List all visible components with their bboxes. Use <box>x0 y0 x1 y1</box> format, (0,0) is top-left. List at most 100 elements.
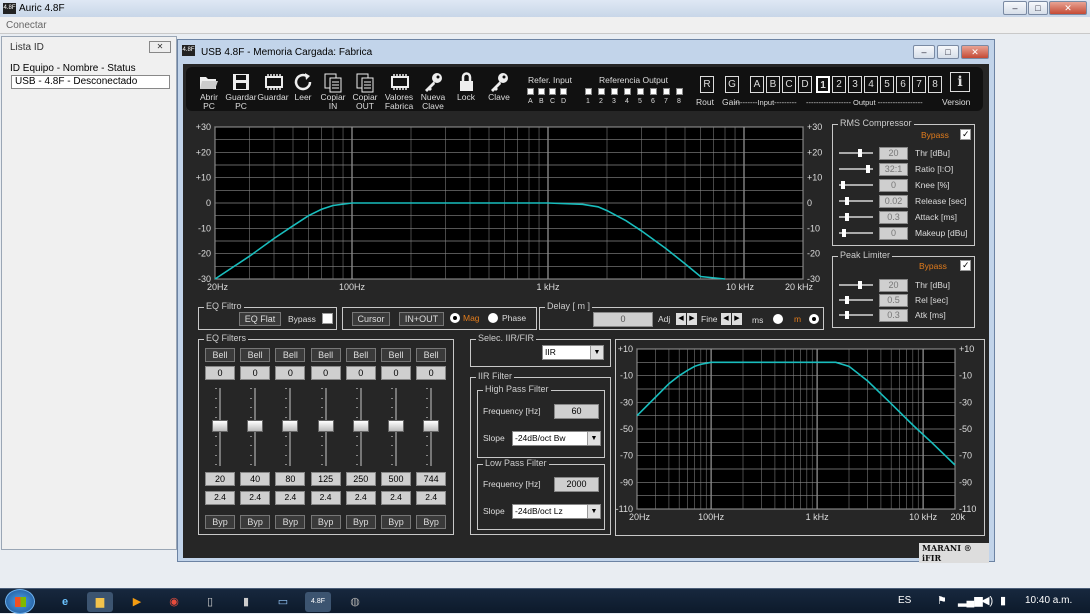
chrome-icon[interactable]: ◉ <box>161 592 187 612</box>
eq-band-bypass-button[interactable]: Byp <box>381 515 411 529</box>
refer-input-led-b[interactable] <box>538 88 545 95</box>
input-channel-a[interactable]: A <box>750 76 764 93</box>
fine-left-button[interactable]: ◀ <box>721 313 731 325</box>
start-button[interactable] <box>5 589 35 614</box>
rms-value[interactable]: 32:1 <box>879 163 908 176</box>
adj-right-button[interactable]: ▶ <box>687 313 697 325</box>
eq-band-bypass-button[interactable]: Byp <box>310 515 341 529</box>
cursor-button[interactable]: Cursor <box>352 312 390 326</box>
output-channel-8[interactable]: 8 <box>928 76 942 93</box>
output-channel-5[interactable]: 5 <box>880 76 894 93</box>
slider-thumb[interactable] <box>317 420 334 432</box>
eq-band-gain[interactable]: 0 <box>345 366 376 380</box>
eq-band-gain[interactable]: 0 <box>240 366 271 380</box>
delay-value-field[interactable]: 0 <box>593 312 653 327</box>
refer-input-led-c[interactable] <box>549 88 556 95</box>
slider-thumb[interactable] <box>282 420 299 432</box>
eq-band-type[interactable]: Bell <box>345 348 376 362</box>
eq-gain-slider[interactable] <box>317 388 334 466</box>
eq-gain-slider[interactable] <box>352 388 369 466</box>
eq-gain-slider[interactable] <box>388 388 404 466</box>
slider-thumb[interactable] <box>841 181 845 189</box>
output-channel-4[interactable]: 4 <box>864 76 878 93</box>
fine-right-button[interactable]: ▶ <box>732 313 742 325</box>
eq-band-type[interactable]: Bell <box>310 348 341 362</box>
rms-slider[interactable] <box>839 181 873 189</box>
flag-icon[interactable]: ⚑ <box>937 594 947 607</box>
peak-slider[interactable] <box>839 311 873 319</box>
hp-freq-field[interactable]: 60 <box>554 404 599 419</box>
eq-band-type[interactable]: Bell <box>275 348 306 362</box>
eq-band-frequency[interactable]: 20 <box>205 472 235 486</box>
ms-radio[interactable] <box>773 314 783 324</box>
close-button[interactable]: ✕ <box>1049 1 1087 15</box>
hp-slope-select[interactable]: -24dB/oct Bw ▼ <box>512 431 601 446</box>
output-channel-6[interactable]: 6 <box>896 76 910 93</box>
toolbar-button-valores-fabrica[interactable]: Valores Fabrica <box>382 71 416 111</box>
peak-value[interactable]: 0.3 <box>879 309 908 322</box>
ref-output-led-3[interactable] <box>611 88 618 95</box>
eq-band-q[interactable]: 2.4 <box>416 491 447 505</box>
slider-thumb[interactable] <box>858 281 862 289</box>
eq-band-frequency[interactable]: 40 <box>240 472 271 486</box>
slider-thumb[interactable] <box>352 420 369 432</box>
list-item[interactable]: USB - 4.8F - Desconectado <box>11 75 170 89</box>
eq-band-frequency[interactable]: 125 <box>310 472 341 486</box>
slider-thumb[interactable] <box>866 165 870 173</box>
document-icon[interactable]: ▯ <box>197 592 223 612</box>
rms-slider[interactable] <box>839 229 873 237</box>
peak-slider[interactable] <box>839 281 873 289</box>
rms-value[interactable]: 20 <box>879 147 908 160</box>
slider-thumb[interactable] <box>247 420 264 432</box>
gain-box[interactable]: G <box>725 76 739 93</box>
eq-gain-slider[interactable] <box>212 388 228 466</box>
menu-conectar[interactable]: Conectar <box>6 20 47 31</box>
refer-input-led-d[interactable] <box>560 88 567 95</box>
rms-slider[interactable] <box>839 213 873 221</box>
adj-left-button[interactable]: ◀ <box>676 313 686 325</box>
eq-band-q[interactable]: 2.4 <box>345 491 376 505</box>
ref-output-led-6[interactable] <box>650 88 657 95</box>
eq-band-frequency[interactable]: 744 <box>416 472 447 486</box>
slider-thumb[interactable] <box>423 420 440 432</box>
phase-radio[interactable] <box>488 313 498 323</box>
folder-icon[interactable]: ▆ <box>87 592 113 612</box>
eq-band-frequency[interactable]: 250 <box>345 472 376 486</box>
lista-close-button[interactable]: ✕ <box>149 41 171 53</box>
clock[interactable]: 10:40 a.m. <box>1025 595 1072 606</box>
rms-value[interactable]: 0 <box>879 179 908 192</box>
ref-output-led-1[interactable] <box>585 88 592 95</box>
eq-band-gain[interactable]: 0 <box>275 366 306 380</box>
eq-band-bypass-button[interactable]: Byp <box>275 515 306 529</box>
eq-band-q[interactable]: 2.4 <box>205 491 235 505</box>
eq-gain-slider[interactable] <box>282 388 299 466</box>
window-maximize-button[interactable]: □ <box>937 45 959 59</box>
volume-icon[interactable]: ◀) <box>981 594 993 607</box>
eq-band-type[interactable]: Bell <box>381 348 411 362</box>
eq-flat-button[interactable]: EQ Flat <box>239 312 281 326</box>
eq-band-frequency[interactable]: 80 <box>275 472 306 486</box>
ref-output-led-5[interactable] <box>637 88 644 95</box>
input-channel-d[interactable]: D <box>798 76 812 93</box>
eq-band-gain[interactable]: 0 <box>381 366 411 380</box>
toolbar-button-guardar-pc[interactable]: Guardar PC <box>224 71 258 111</box>
eq-band-frequency[interactable]: 500 <box>381 472 411 486</box>
m-radio[interactable] <box>809 314 819 324</box>
rms-bypass-checkbox[interactable]: ✓ <box>960 129 971 140</box>
mag-radio[interactable] <box>450 313 460 323</box>
eq-band-type[interactable]: Bell <box>240 348 271 362</box>
eq-band-q[interactable]: 2.4 <box>310 491 341 505</box>
slider-thumb[interactable] <box>845 311 849 319</box>
lp-freq-field[interactable]: 2000 <box>554 477 599 492</box>
rms-slider[interactable] <box>839 149 873 157</box>
maximize-button[interactable]: □ <box>1028 1 1048 15</box>
eq-band-bypass-button[interactable]: Byp <box>416 515 447 529</box>
minimize-button[interactable]: – <box>1003 1 1027 15</box>
ie-icon[interactable]: e <box>52 592 78 612</box>
output-channel-7[interactable]: 7 <box>912 76 926 93</box>
slider-thumb[interactable] <box>845 213 849 221</box>
eq-band-type[interactable]: Bell <box>416 348 447 362</box>
output-channel-3[interactable]: 3 <box>848 76 862 93</box>
toolbar-button-abrir-pc[interactable]: Abrir PC <box>192 71 226 111</box>
media-icon[interactable]: ▶ <box>124 592 150 612</box>
